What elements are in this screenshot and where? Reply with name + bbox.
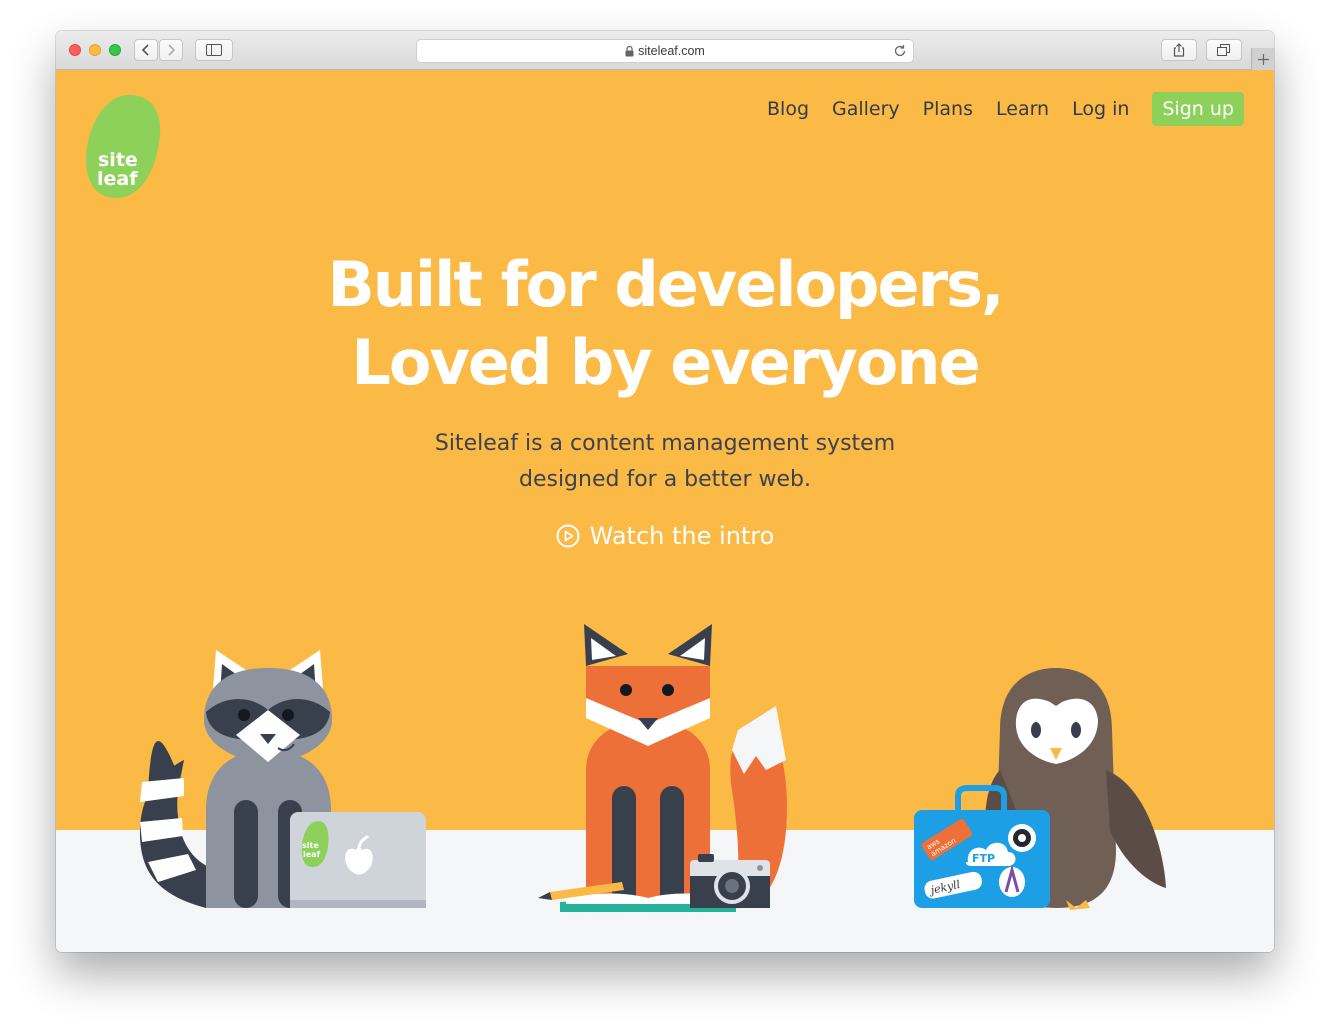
reload-icon[interactable] bbox=[893, 44, 907, 58]
new-tab-button[interactable] bbox=[1251, 48, 1274, 70]
window-maximize-button[interactable] bbox=[109, 44, 121, 56]
laptop-sticker-text-bottom: leaf bbox=[303, 850, 321, 859]
raccoon-illustration: site leaf bbox=[139, 650, 426, 908]
tabs-overview-button[interactable] bbox=[1206, 39, 1242, 61]
animal-illustration: site leaf aws amazon FTP jekyll bbox=[139, 624, 1166, 912]
share-icon bbox=[1173, 43, 1185, 57]
sidebar-icon bbox=[206, 44, 222, 56]
browser-window: siteleaf.com site leaf Blog Gallery Plan… bbox=[56, 31, 1274, 952]
fox-illustration bbox=[538, 624, 787, 912]
laptop-sticker-text-top: site bbox=[302, 841, 319, 850]
lock-icon bbox=[625, 45, 634, 56]
webpage: site leaf Blog Gallery Plans Learn Log i… bbox=[56, 70, 1274, 952]
plus-icon bbox=[1258, 53, 1269, 65]
chevron-right-icon bbox=[168, 44, 176, 56]
window-close-button[interactable] bbox=[69, 44, 81, 56]
tabs-icon bbox=[1217, 44, 1230, 56]
back-button[interactable] bbox=[134, 39, 158, 61]
address-bar[interactable]: siteleaf.com bbox=[416, 39, 914, 63]
ftp-sticker-text: FTP bbox=[972, 852, 995, 865]
share-button[interactable] bbox=[1161, 39, 1197, 61]
browser-toolbar: siteleaf.com bbox=[56, 31, 1274, 70]
owl-illustration: aws amazon FTP jekyll bbox=[914, 668, 1166, 910]
sidebar-toggle-button[interactable] bbox=[195, 39, 233, 61]
window-minimize-button[interactable] bbox=[89, 44, 101, 56]
url-text: siteleaf.com bbox=[638, 44, 705, 58]
forward-button[interactable] bbox=[159, 39, 183, 61]
chevron-left-icon bbox=[141, 44, 149, 56]
